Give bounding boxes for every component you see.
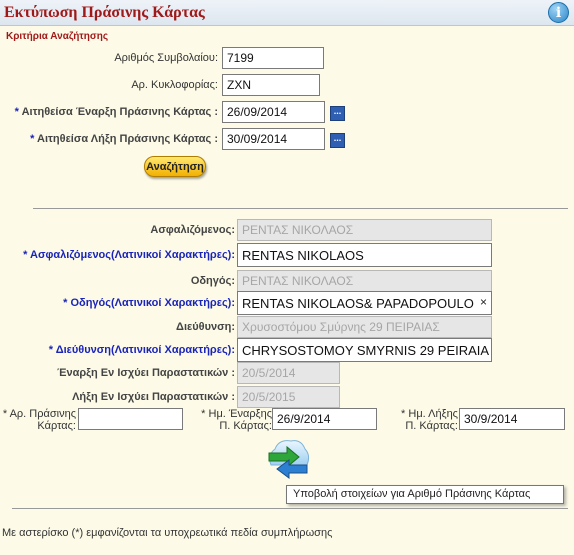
- valid-start-input[interactable]: 20/5/2014: [237, 362, 340, 384]
- submit-arrows-icon[interactable]: [265, 435, 311, 479]
- address-input[interactable]: Χρυσοστόμου Σμύρνης 29 ΠΕΙΡΑΙΑΣ: [237, 316, 492, 338]
- driver-label: Οδηγός:: [190, 275, 235, 287]
- driver-input[interactable]: ΡΕΝΤΑΣ ΝΙΚΟΛΑΟΣ: [237, 270, 492, 292]
- submit-tooltip: Υποβολή στοιχείων για Αριθμό Πράσινης Κά…: [286, 485, 564, 504]
- search-section-title: Κριτήρια Αναζήτησης: [6, 31, 109, 42]
- contract-number-label: Αριθμός Συμβολαίου:: [114, 52, 218, 64]
- gc-number-label: * Αρ. Πράσινης Κάρτας:: [2, 408, 76, 432]
- required-fields-note: Με αστερίσκο (*) εμφανίζονται τα υποχρεω…: [2, 527, 333, 539]
- insured-latin-input[interactable]: RENTAS NIKOLAOS: [237, 243, 492, 267]
- valid-end-label: Λήξη Εν Ισχύει Παραστατικών :: [72, 391, 235, 403]
- requested-end-input[interactable]: 30/09/2014: [222, 128, 325, 150]
- requested-start-label: * Αιτηθείσα Έναρξη Πράσινης Κάρτας :: [14, 106, 218, 118]
- gc-end-input[interactable]: 30/9/2014: [459, 408, 565, 430]
- valid-start-label: Έναρξη Εν Ισχύει Παραστατικών :: [57, 367, 235, 379]
- address-label: Διεύθυνση:: [176, 321, 235, 333]
- driver-latin-label: * Οδηγός(Λατινικοί Χαρακτήρες):: [63, 297, 235, 309]
- info-icon[interactable]: i: [548, 2, 569, 23]
- valid-end-input[interactable]: 20/5/2015: [237, 386, 340, 408]
- address-latin-input[interactable]: CHRYSOSTOMOY SMYRNIS 29 PEIRAIA: [237, 338, 492, 362]
- start-calendar-button[interactable]: ...: [330, 106, 345, 121]
- plate-number-label: Αρ. Κυκλοφορίας:: [131, 79, 218, 91]
- end-calendar-button[interactable]: ...: [330, 133, 345, 148]
- insured-latin-label: * Ασφαλιζόμενος(Λατινικοί Χαρακτήρες):: [23, 249, 235, 261]
- requested-end-label: * Αιτηθείσα Λήξη Πράσινης Κάρτας :: [30, 133, 218, 145]
- divider: [12, 508, 568, 509]
- plate-number-input[interactable]: ZXN: [222, 74, 320, 96]
- driver-latin-input[interactable]: RENTAS NIKOLAOS& PAPADOPOULO ×: [237, 291, 492, 315]
- gc-start-label: * Ημ. Έναρξης Π. Κάρτας:: [201, 408, 272, 432]
- gc-end-label: * Ημ. Λήξης Π. Κάρτας:: [401, 408, 458, 432]
- gc-start-input[interactable]: 26/9/2014: [272, 408, 377, 430]
- contract-number-input[interactable]: 7199: [222, 47, 324, 69]
- requested-start-input[interactable]: 26/09/2014: [222, 101, 325, 123]
- insured-label: Ασφαλιζόμενος:: [150, 224, 235, 236]
- page-title: Εκτύπωση Πράσινης Κάρτας: [4, 4, 205, 21]
- gc-number-input[interactable]: [78, 408, 183, 430]
- divider: [33, 208, 568, 209]
- address-latin-label: * Διεύθυνση(Λατινικοί Χαρακτήρες):: [48, 344, 235, 356]
- search-button[interactable]: Αναζήτηση: [144, 156, 206, 177]
- clear-icon[interactable]: ×: [480, 295, 487, 309]
- insured-input[interactable]: ΡΕΝΤΑΣ ΝΙΚΟΛΑΟΣ: [237, 219, 492, 241]
